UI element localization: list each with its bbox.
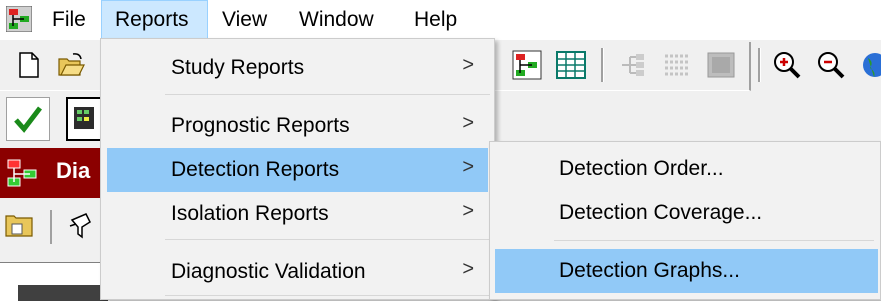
zoom-in-icon[interactable] bbox=[772, 50, 802, 80]
filter-funnel-icon[interactable] bbox=[66, 210, 100, 240]
app-diagram-icon[interactable] bbox=[6, 6, 32, 32]
list-disabled-icon bbox=[665, 54, 689, 76]
submenu-arrow-icon: > bbox=[462, 200, 474, 222]
menuitem-prognostic-reports[interactable]: Prognostic Reports > bbox=[107, 104, 488, 148]
table-view-icon[interactable] bbox=[556, 50, 586, 80]
reports-dropdown-menu: Study Reports > Prognostic Reports > Det… bbox=[100, 38, 495, 300]
menu-reports[interactable]: Reports bbox=[101, 0, 208, 40]
submenu-arrow-icon: > bbox=[462, 258, 474, 280]
menuitem-label: Study Reports bbox=[171, 56, 305, 79]
menu-separator bbox=[554, 240, 874, 241]
detection-submenu: Detection Order... Detection Coverage...… bbox=[489, 141, 881, 300]
menu-file[interactable]: File bbox=[38, 0, 100, 40]
toolbar-separator bbox=[50, 210, 52, 244]
panel-title-bar: Dia bbox=[0, 148, 110, 198]
submenu-arrow-icon: > bbox=[462, 156, 474, 178]
menuitem-detection-graphs[interactable]: Detection Graphs... bbox=[495, 249, 878, 293]
open-folder-icon[interactable] bbox=[4, 210, 38, 240]
open-folder-icon[interactable] bbox=[56, 50, 86, 80]
menu-view[interactable]: View bbox=[208, 0, 281, 40]
panel-content bbox=[0, 262, 110, 301]
menuitem-label: Diagnostic Validation bbox=[171, 260, 366, 283]
menu-separator bbox=[165, 239, 490, 240]
menuitem-detection-coverage[interactable]: Detection Coverage... bbox=[495, 191, 878, 235]
globe-icon[interactable] bbox=[860, 50, 881, 80]
menuitem-label: Detection Order... bbox=[559, 157, 724, 180]
menuitem-label: Detection Graphs... bbox=[559, 259, 740, 282]
new-document-icon[interactable] bbox=[14, 50, 44, 80]
panel-content-dark bbox=[18, 285, 108, 301]
menu-separator bbox=[165, 295, 490, 296]
panel-toolbar bbox=[0, 198, 110, 258]
checkmark-icon bbox=[14, 106, 42, 133]
menuitem-label: Detection Reports bbox=[171, 158, 340, 181]
tree-disabled-icon bbox=[622, 54, 644, 76]
menuitem-label: Isolation Reports bbox=[171, 202, 329, 225]
menuitem-diagnostic-validation[interactable]: Diagnostic Validation > bbox=[107, 250, 488, 294]
menuitem-label: Detection Coverage... bbox=[559, 201, 763, 224]
diagram-icon bbox=[7, 159, 37, 187]
menu-window[interactable]: Window bbox=[285, 0, 388, 40]
menu-help[interactable]: Help bbox=[400, 0, 471, 40]
check-button[interactable] bbox=[6, 97, 50, 141]
menuitem-study-reports[interactable]: Study Reports > bbox=[107, 46, 488, 90]
panel-title-text: Dia bbox=[56, 158, 91, 183]
menuitem-detection-reports[interactable]: Detection Reports > bbox=[107, 148, 488, 192]
menuitem-isolation-reports[interactable]: Isolation Reports > bbox=[107, 192, 488, 236]
toolbar-separator bbox=[758, 48, 761, 82]
submenu-arrow-icon: > bbox=[462, 112, 474, 134]
menubar: File Reports View Window Help bbox=[0, 0, 881, 40]
toolbar-separator bbox=[601, 48, 604, 82]
panel-disabled-icon bbox=[707, 52, 735, 78]
zoom-out-icon[interactable] bbox=[816, 50, 846, 80]
menuitem-detection-order[interactable]: Detection Order... bbox=[495, 147, 878, 191]
menu-separator bbox=[165, 94, 490, 95]
diagram-view-icon[interactable] bbox=[512, 50, 542, 80]
menuitem-label: Prognostic Reports bbox=[171, 114, 350, 137]
submenu-arrow-icon: > bbox=[462, 54, 474, 76]
